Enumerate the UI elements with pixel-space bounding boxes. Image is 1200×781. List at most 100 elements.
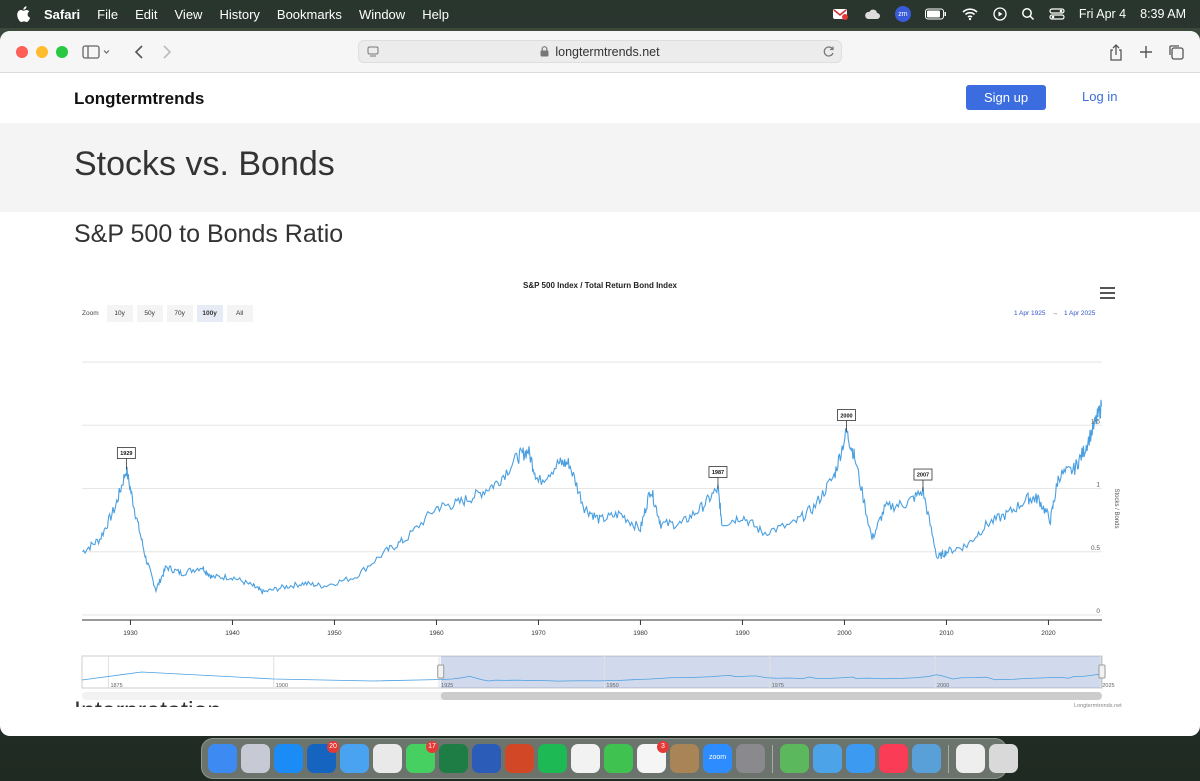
- dock-app-excel[interactable]: [439, 744, 468, 773]
- x-tick-label: 2010: [939, 630, 954, 637]
- y-tick-label: 1.5: [1091, 418, 1100, 425]
- dock-app-app-store[interactable]: [274, 744, 303, 773]
- dock-app-document[interactable]: [956, 744, 985, 773]
- site-logo[interactable]: Longtermtrends: [74, 89, 204, 109]
- menu-app-safari[interactable]: Safari: [44, 7, 80, 22]
- sidebar-toggle-button[interactable]: [78, 41, 114, 63]
- x-tick-label: 1930: [123, 630, 138, 637]
- dock-app-outlook[interactable]: 20: [307, 741, 339, 773]
- y-tick-label: 1: [1096, 482, 1100, 489]
- next-section-title: Interpretation: [74, 697, 221, 707]
- menu-window[interactable]: Window: [359, 7, 405, 22]
- browser-toolbar: longtermtrends.net: [0, 31, 1200, 73]
- close-window-button[interactable]: [16, 45, 28, 58]
- dock-app-finder[interactable]: [208, 744, 237, 773]
- x-tick-label: 1990: [735, 630, 750, 637]
- control-center-icon[interactable]: [1049, 7, 1065, 21]
- tab-overview-button[interactable]: [1166, 41, 1186, 63]
- dock-app-music[interactable]: [879, 744, 908, 773]
- menu-history[interactable]: History: [219, 7, 259, 22]
- site-header: Longtermtrends Sign up Log in: [0, 73, 1200, 123]
- sidebar-icon: [82, 45, 110, 59]
- tabs-icon: [1169, 45, 1184, 60]
- lock-icon: [540, 46, 549, 57]
- menubar-time[interactable]: 8:39 AM: [1140, 7, 1186, 21]
- y-axis-label: Stocks / Bonds: [1113, 488, 1119, 528]
- y-tick-label: 0.5: [1091, 545, 1100, 552]
- share-icon: [1110, 43, 1122, 61]
- chart-plot: 1929 1987 2000 2007 0 0.5 1 1.5 1930 1940 1950 196…: [81, 361, 1119, 700]
- sign-up-button[interactable]: Sign up: [966, 85, 1046, 110]
- new-tab-button[interactable]: [1136, 41, 1156, 63]
- cloud-icon[interactable]: [863, 7, 881, 21]
- dock-app-safari[interactable]: [340, 744, 369, 773]
- log-in-link[interactable]: Log in: [1082, 89, 1117, 104]
- dock-app-label: zoom: [708, 754, 727, 761]
- dock-app-contacts[interactable]: [670, 744, 699, 773]
- menu-file[interactable]: File: [97, 7, 118, 22]
- dock-app-preview[interactable]: [912, 744, 941, 773]
- x-tick-label: 1940: [225, 630, 240, 637]
- dock-app-chrome[interactable]: [373, 744, 402, 773]
- zoom-status-icon[interactable]: zm: [894, 6, 911, 22]
- navigator-tick-label: 1900: [276, 683, 288, 689]
- forward-button[interactable]: [158, 41, 176, 63]
- wifi-icon[interactable]: [961, 7, 979, 21]
- dock-app-trash[interactable]: [989, 744, 1018, 773]
- scrollbar-thumb[interactable]: [440, 692, 1102, 700]
- page-title: Stocks vs. Bonds: [74, 145, 335, 183]
- menubar-date[interactable]: Fri Apr 4: [1079, 7, 1126, 21]
- dock-app-photos[interactable]: [571, 744, 600, 773]
- dock: 20 17 3 zoom: [201, 738, 1018, 779]
- section-title: S&P 500 to Bonds Ratio: [74, 220, 344, 248]
- x-tick-label: 2020: [1041, 630, 1056, 637]
- play-icon[interactable]: [993, 7, 1007, 21]
- x-tick-label: 2000: [837, 630, 852, 637]
- navigator-handle-right[interactable]: [1098, 664, 1106, 679]
- x-tick-label: 1950: [327, 630, 342, 637]
- share-button[interactable]: [1106, 41, 1126, 63]
- dock-app-spotify[interactable]: [538, 744, 567, 773]
- address-bar[interactable]: longtermtrends.net: [358, 40, 842, 63]
- window-controls: [16, 45, 68, 58]
- menu-bookmarks[interactable]: Bookmarks: [277, 7, 342, 22]
- reload-icon[interactable]: [822, 45, 835, 58]
- dock-app-launchpad[interactable]: [241, 744, 270, 773]
- dock-app-facetime[interactable]: [604, 744, 633, 773]
- dock-app-zoom[interactable]: zoom: [703, 744, 732, 773]
- annotation-label: 1987: [712, 470, 724, 476]
- x-tick-label: 1960: [429, 630, 444, 637]
- chart-container: S&P 500 Index / Total Return Bond Index …: [74, 272, 1126, 712]
- navigator-tick-label: 1975: [772, 683, 784, 689]
- menu-help[interactable]: Help: [422, 7, 449, 22]
- apple-icon[interactable]: [16, 6, 30, 22]
- gmail-status-icon[interactable]: [831, 7, 849, 21]
- menu-view[interactable]: View: [175, 7, 203, 22]
- minimize-window-button[interactable]: [36, 45, 48, 58]
- dock-app-reminders[interactable]: 3: [637, 741, 669, 773]
- page-menu-icon[interactable]: [367, 46, 379, 58]
- dock-app-mail[interactable]: [846, 744, 875, 773]
- search-icon[interactable]: [1021, 7, 1035, 21]
- navigator-handle-left[interactable]: [437, 664, 445, 679]
- x-tick-label: 1980: [633, 630, 648, 637]
- url-text: longtermtrends.net: [555, 44, 660, 59]
- dock-app-powerpoint[interactable]: [505, 744, 534, 773]
- annotation-label: 2000: [840, 413, 852, 419]
- dock-app-system-settings[interactable]: [736, 744, 765, 773]
- hero-banner: Stocks vs. Bonds: [0, 123, 1200, 212]
- notification-badge: 20: [327, 741, 339, 753]
- dock-app-word[interactable]: [472, 744, 501, 773]
- battery-icon[interactable]: [924, 7, 947, 21]
- dock-app-files[interactable]: [813, 744, 842, 773]
- notification-badge: 17: [426, 741, 438, 753]
- zoom-window-button[interactable]: [56, 45, 68, 58]
- back-button[interactable]: [130, 41, 148, 63]
- navigator-tick-label: 2000: [937, 683, 949, 689]
- navigator-tick-label: 2025: [1102, 683, 1114, 689]
- dock-app-maps[interactable]: [780, 744, 809, 773]
- dock-separator: [772, 744, 773, 773]
- dock-app-messages[interactable]: 17: [406, 741, 438, 773]
- menu-edit[interactable]: Edit: [135, 7, 157, 22]
- plus-icon: [1140, 46, 1152, 58]
